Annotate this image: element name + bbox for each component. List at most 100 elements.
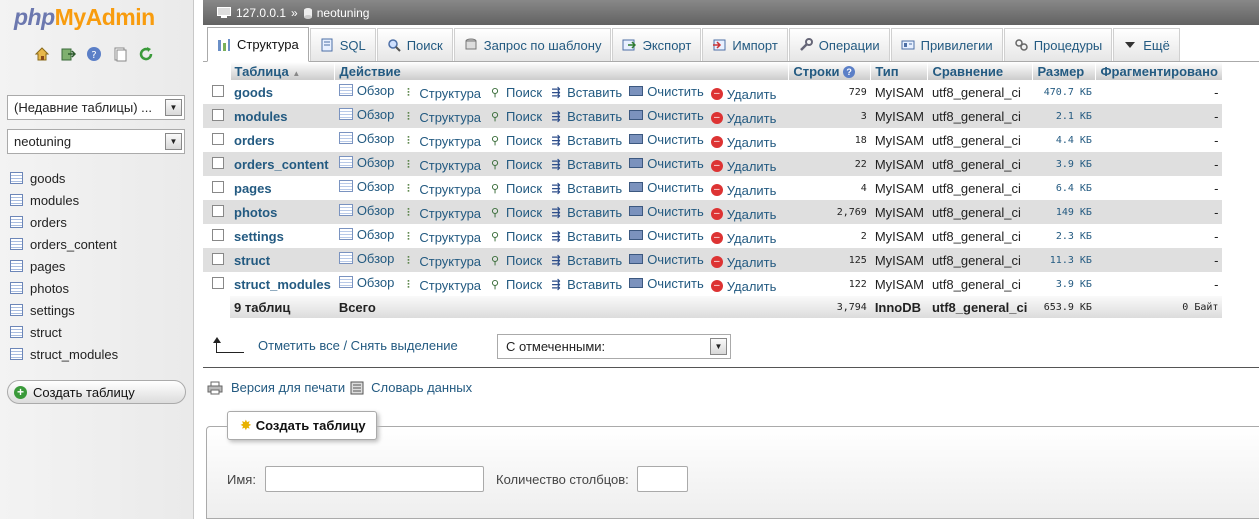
search-action[interactable]: ⚲ Поиск [488,133,542,148]
sidebar-table-struct-modules[interactable]: struct_modules [10,343,118,365]
sidebar-table-struct[interactable]: struct [10,321,118,343]
structure-action[interactable]: ⫶ Структура [401,278,481,293]
sidebar-table-goods[interactable]: goods [10,167,118,189]
header-size[interactable]: Размер [1032,62,1097,80]
header-table[interactable]: Таблица ▲ [230,62,336,80]
sidebar-table-photos[interactable]: photos [10,277,118,299]
row-size[interactable]: 470.7 КБ [1032,80,1096,104]
table-name-link[interactable]: settings [230,224,335,248]
insert-action[interactable]: ⇶ Вставить [549,133,622,148]
table-name-link[interactable]: photos [230,200,335,224]
empty-action[interactable]: Очистить [629,228,704,243]
tab-sql[interactable]: SQL [309,28,376,61]
insert-action[interactable]: ⇶ Вставить [549,85,622,100]
insert-action[interactable]: ⇶ Вставить [549,277,622,292]
empty-action[interactable]: Очистить [629,204,704,219]
empty-action[interactable]: Очистить [629,276,704,291]
tab-privileges[interactable]: Привилегии [890,28,1003,61]
breadcrumb-database[interactable]: neotuning [317,6,370,20]
search-action[interactable]: ⚲ Поиск [488,181,542,196]
row-size[interactable]: 3.9 КБ [1032,272,1096,296]
table-name-link[interactable]: pages [230,176,335,200]
row-size[interactable]: 2.3 КБ [1032,224,1096,248]
drop-action[interactable]: – Удалить [710,159,776,174]
row-checkbox[interactable] [212,276,224,289]
help-icon[interactable]: ? [86,46,102,62]
row-size[interactable]: 11.3 КБ [1032,248,1096,272]
structure-action[interactable]: ⫶ Структура [401,254,481,269]
recent-tables-select[interactable]: (Недавние таблицы) ... ▼ [7,95,185,120]
insert-action[interactable]: ⇶ Вставить [549,157,622,172]
browse-action[interactable]: Обзор [338,275,394,290]
drop-action[interactable]: – Удалить [710,135,776,150]
with-selected-select[interactable]: С отмеченными: ▼ [497,334,731,359]
sidebar-table-settings[interactable]: settings [10,299,118,321]
sidebar-table-modules[interactable]: modules [10,189,118,211]
tab-import[interactable]: Импорт [702,28,788,61]
structure-action[interactable]: ⫶ Структура [401,110,481,125]
search-action[interactable]: ⚲ Поиск [488,109,542,124]
table-name-link[interactable]: orders [230,128,335,152]
table-name-link[interactable]: orders_content [230,152,335,176]
print-view-link[interactable]: Версия для печати [231,380,345,395]
drop-action[interactable]: – Удалить [710,183,776,198]
breadcrumb-server[interactable]: 127.0.0.1 [236,6,286,20]
empty-action[interactable]: Очистить [629,180,704,195]
empty-action[interactable]: Очистить [629,108,704,123]
row-size[interactable]: 6.4 КБ [1032,176,1096,200]
insert-action[interactable]: ⇶ Вставить [549,205,622,220]
sidebar-table-orders[interactable]: orders [10,211,118,233]
search-action[interactable]: ⚲ Поиск [488,277,542,292]
phpmyadmin-logo[interactable]: phpMyAdmin [14,4,155,31]
browse-action[interactable]: Обзор [338,83,394,98]
docs-icon[interactable] [112,46,128,62]
data-dictionary-link[interactable]: Словарь данных [371,380,472,395]
row-checkbox[interactable] [212,252,224,265]
tab-search[interactable]: Поиск [376,28,453,61]
tab-export[interactable]: Экспорт [612,28,702,61]
drop-action[interactable]: – Удалить [710,231,776,246]
empty-action[interactable]: Очистить [629,156,704,171]
row-checkbox[interactable] [212,156,224,169]
create-table-button[interactable]: + Создать таблицу [7,380,186,404]
tab-more[interactable]: Ещё [1113,28,1180,61]
sidebar-table-orders-content[interactable]: orders_content [10,233,118,255]
home-icon[interactable] [34,46,50,62]
tab-query[interactable]: Запрос по шаблону [453,28,612,61]
insert-action[interactable]: ⇶ Вставить [549,181,622,196]
browse-action[interactable]: Обзор [338,131,394,146]
check-all-link[interactable]: Отметить все / Снять выделение [258,338,458,353]
reload-icon[interactable] [138,46,154,62]
empty-action[interactable]: Очистить [629,84,704,99]
insert-action[interactable]: ⇶ Вставить [549,229,622,244]
browse-action[interactable]: Обзор [338,107,394,122]
columns-count-input[interactable] [637,466,688,492]
search-action[interactable]: ⚲ Поиск [488,85,542,100]
structure-action[interactable]: ⫶ Структура [401,134,481,149]
row-checkbox[interactable] [212,204,224,217]
structure-action[interactable]: ⫶ Структура [401,158,481,173]
browse-action[interactable]: Обзор [338,155,394,170]
row-checkbox[interactable] [212,180,224,193]
drop-action[interactable]: – Удалить [710,87,776,102]
table-name-input[interactable] [265,466,484,492]
drop-action[interactable]: – Удалить [710,279,776,294]
row-checkbox[interactable] [212,132,224,145]
browse-action[interactable]: Обзор [338,251,394,266]
browse-action[interactable]: Обзор [338,179,394,194]
structure-action[interactable]: ⫶ Структура [401,230,481,245]
header-type[interactable]: Тип [870,62,929,80]
tab-structure[interactable]: Структура [207,27,309,62]
search-action[interactable]: ⚲ Поиск [488,253,542,268]
empty-action[interactable]: Очистить [629,132,704,147]
row-checkbox[interactable] [212,228,224,241]
structure-action[interactable]: ⫶ Структура [401,86,481,101]
insert-action[interactable]: ⇶ Вставить [549,253,622,268]
row-checkbox[interactable] [212,108,224,121]
browse-action[interactable]: Обзор [338,227,394,242]
database-select[interactable]: neotuning ▼ [7,129,185,154]
row-size[interactable]: 3.9 КБ [1032,152,1096,176]
search-action[interactable]: ⚲ Поиск [488,229,542,244]
search-action[interactable]: ⚲ Поиск [488,157,542,172]
empty-action[interactable]: Очистить [629,252,704,267]
